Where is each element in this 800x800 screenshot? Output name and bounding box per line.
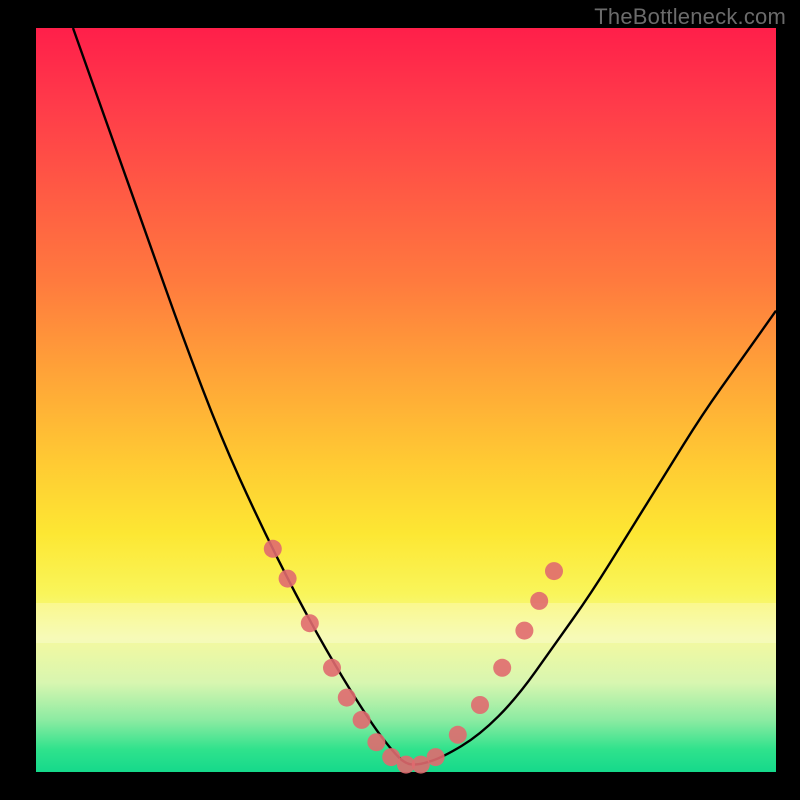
marker-dot — [367, 733, 385, 751]
marker-dot — [338, 689, 356, 707]
marker-dot — [264, 540, 282, 558]
marker-dot — [545, 562, 563, 580]
marker-dot — [493, 659, 511, 677]
marker-dot — [301, 614, 319, 632]
watermark-text: TheBottleneck.com — [594, 4, 786, 30]
marker-dot — [449, 726, 467, 744]
marker-dot — [427, 748, 445, 766]
marker-dot — [530, 592, 548, 610]
marker-dot — [323, 659, 341, 677]
marker-dot — [515, 622, 533, 640]
marker-dot — [279, 570, 297, 588]
marker-dot — [471, 696, 489, 714]
chart-frame: TheBottleneck.com — [0, 0, 800, 800]
curve-path — [73, 28, 776, 765]
marker-dot — [353, 711, 371, 729]
bottleneck-curve-svg — [36, 28, 776, 772]
reference-markers — [264, 540, 563, 774]
plot-area — [36, 28, 776, 772]
